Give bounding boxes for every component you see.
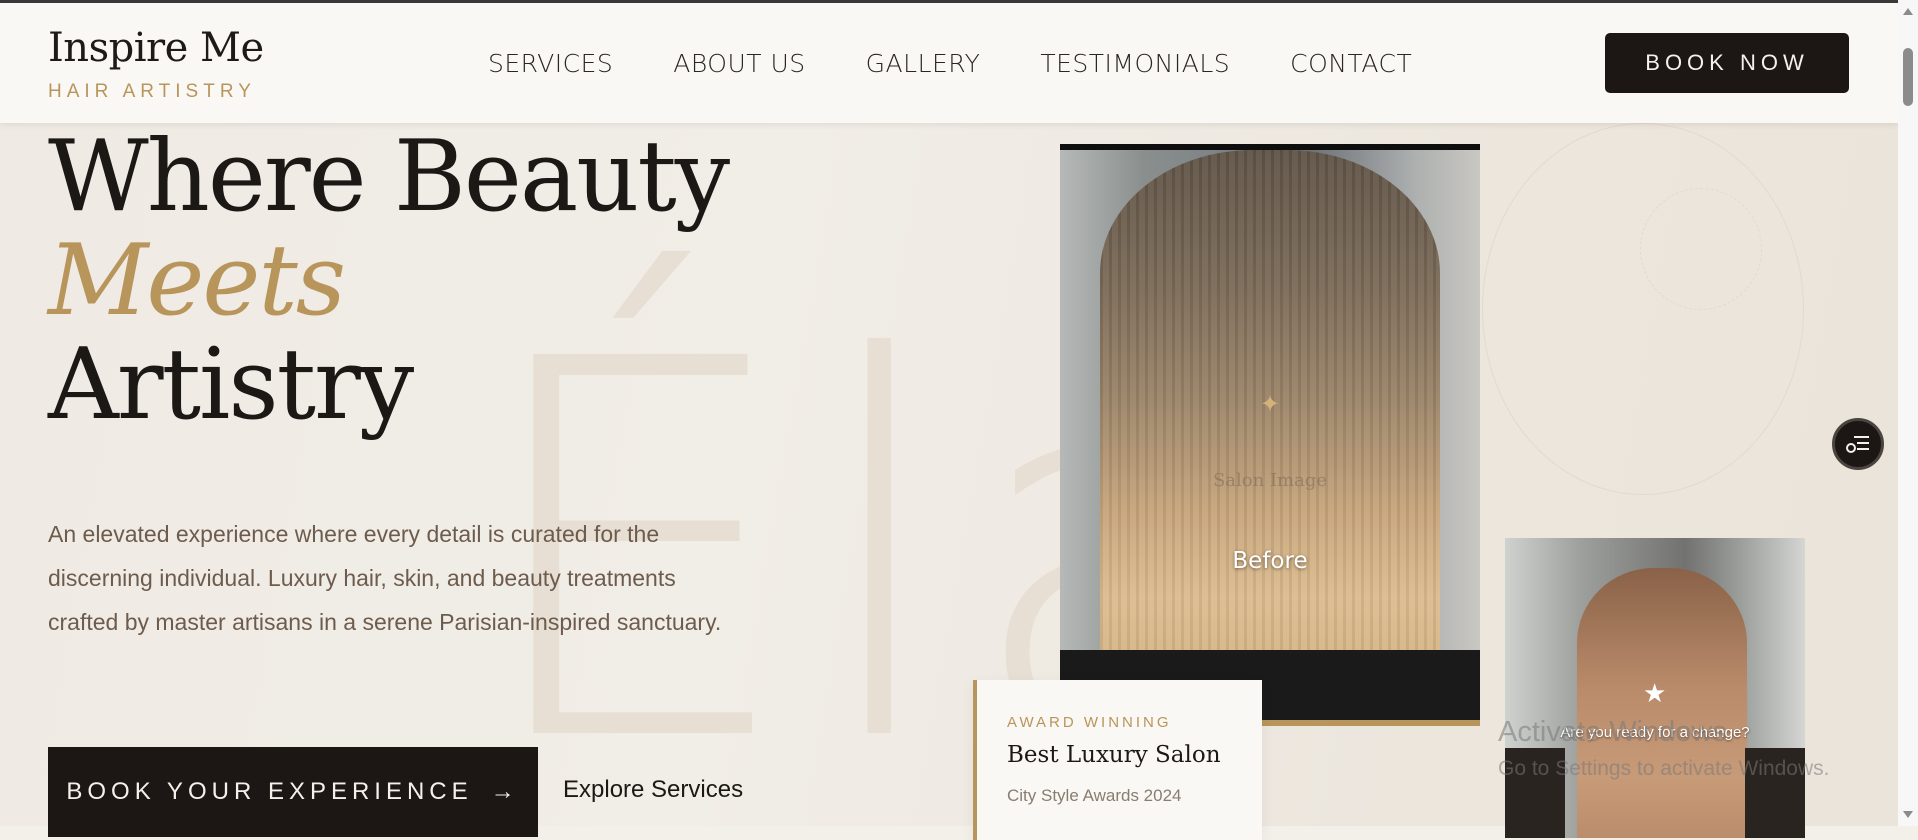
decorative-ring-large bbox=[1482, 123, 1804, 495]
brand-tagline: HAIR ARTISTRY bbox=[48, 81, 256, 102]
award-kicker: AWARD WINNING bbox=[1007, 714, 1172, 731]
hero-description: An elevated experience where every detai… bbox=[48, 521, 722, 635]
star-icon: ★ bbox=[1643, 678, 1667, 708]
brand-name[interactable]: Inspire Me bbox=[48, 25, 264, 71]
menu-lines-icon bbox=[1846, 436, 1869, 453]
hero-headline-line1: Where Beauty bbox=[48, 120, 730, 234]
before-image: ✦ Salon Image Before bbox=[1060, 144, 1480, 726]
decorative-ring-small bbox=[1640, 188, 1762, 310]
nav-contact[interactable]: CONTACT bbox=[1290, 49, 1412, 78]
award-title: Best Luxury Salon bbox=[1007, 742, 1221, 768]
scroll-thumb[interactable] bbox=[1903, 48, 1913, 106]
hero-headline-line2: Meets bbox=[48, 224, 346, 338]
page-scrollbar[interactable] bbox=[1898, 0, 1918, 826]
scroll-down-icon[interactable] bbox=[1903, 811, 1913, 818]
activate-windows-title: Activate Windows bbox=[1498, 716, 1727, 748]
site-header: Inspire Me HAIR ARTISTRY SERVICES ABOUT … bbox=[0, 3, 1898, 123]
hero-headline-line3: Artistry bbox=[48, 328, 414, 442]
nav-services[interactable]: SERVICES bbox=[488, 49, 613, 78]
before-label: Before bbox=[1232, 548, 1308, 574]
nav-gallery[interactable]: GALLERY bbox=[866, 49, 981, 78]
hair-texture bbox=[1100, 150, 1440, 710]
accessibility-menu-icon[interactable] bbox=[1832, 418, 1884, 470]
image-placeholder-text: Salon Image bbox=[1212, 470, 1328, 491]
scroll-up-icon[interactable] bbox=[1903, 8, 1913, 15]
explore-services-link[interactable]: Explore Services bbox=[563, 776, 743, 804]
nav-about-us[interactable]: ABOUT US bbox=[673, 49, 805, 78]
book-now-button[interactable]: BOOK NOW bbox=[1605, 33, 1849, 93]
sparkle-icon: ✦ bbox=[1260, 391, 1281, 418]
arrow-right-icon: → bbox=[490, 778, 520, 805]
book-experience-button[interactable]: BOOK YOUR EXPERIENCE → bbox=[48, 747, 538, 837]
nav-testimonials[interactable]: TESTIMONIALS bbox=[1040, 49, 1230, 78]
after-image: ★ Are you ready for a change? bbox=[1505, 538, 1805, 838]
award-card: AWARD WINNING Best Luxury Salon City Sty… bbox=[973, 680, 1262, 840]
book-experience-label: BOOK YOUR EXPERIENCE bbox=[66, 778, 473, 805]
main-nav: SERVICES ABOUT US GALLERY TESTIMONIALS C… bbox=[488, 49, 1472, 78]
activate-windows-subtitle: Go to Settings to activate Windows. bbox=[1498, 757, 1830, 780]
award-subtitle: City Style Awards 2024 bbox=[1007, 786, 1182, 805]
